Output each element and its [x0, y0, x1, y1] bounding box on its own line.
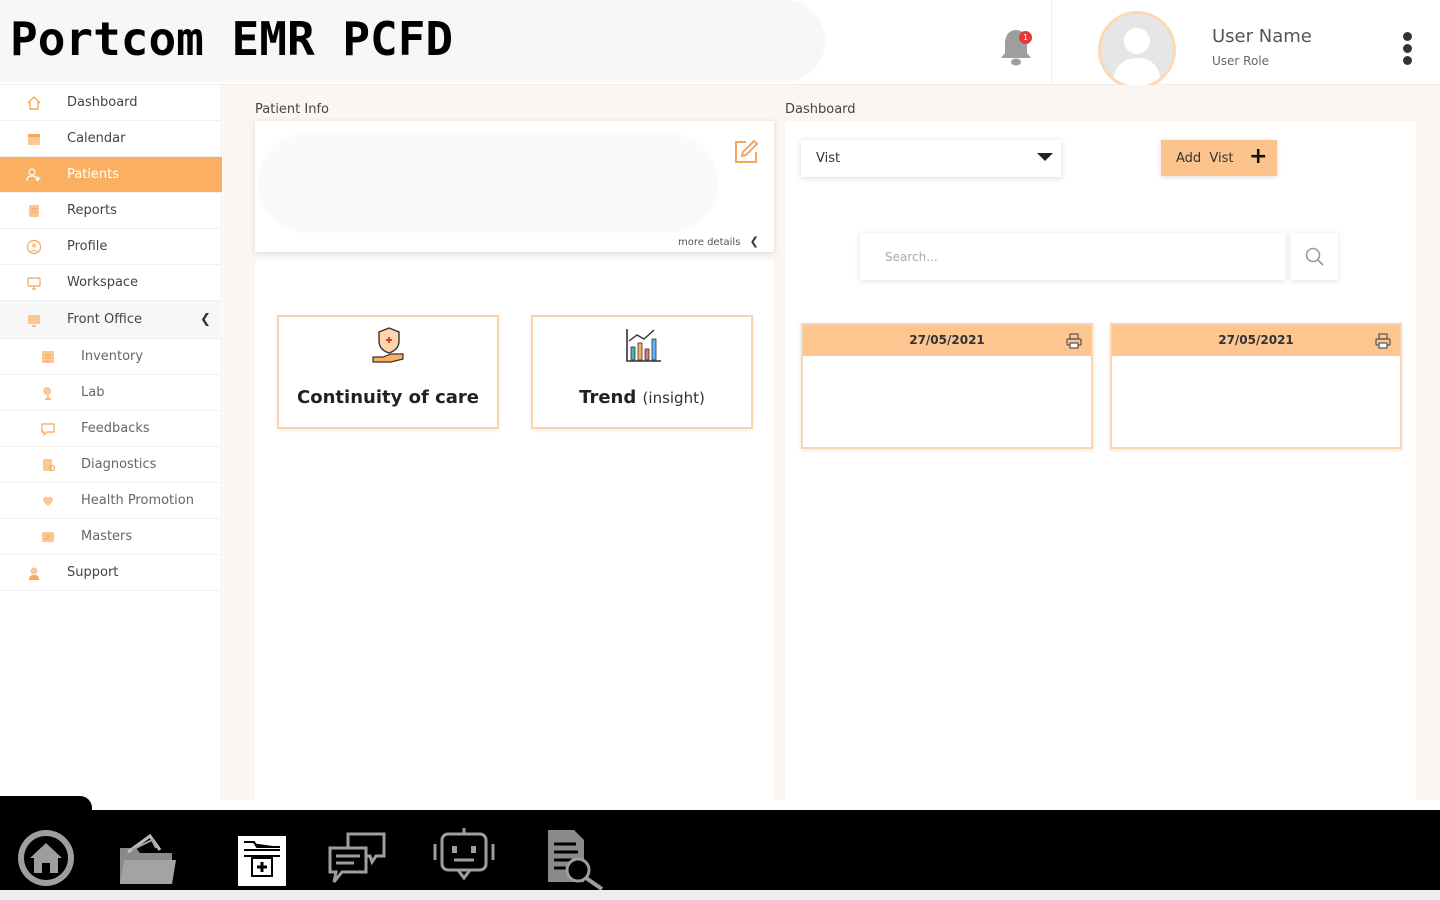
printer-icon[interactable]: [1374, 332, 1392, 350]
sidebar-item-support[interactable]: Support: [0, 555, 222, 591]
sidebar-item-label: Profile: [67, 239, 108, 254]
search-icon: [1305, 247, 1324, 266]
sidebar-item-calendar[interactable]: Calendar: [0, 121, 222, 157]
sidebar-item-profile[interactable]: Profile: [0, 229, 222, 265]
profile-icon: [26, 239, 42, 254]
visit-select-value: Vist: [816, 151, 841, 166]
sidebar-item-patients[interactable]: Patients: [0, 157, 222, 193]
bottom-dock: [0, 810, 1440, 890]
sidebar-item-health-promotion[interactable]: Health Promotion: [0, 483, 222, 519]
hand-shield-icon: [372, 327, 404, 363]
more-menu-icon[interactable]: [1400, 32, 1414, 68]
front-office-icon: [28, 314, 40, 327]
sidebar-item-label: Workspace: [67, 275, 139, 290]
inventory-icon: [42, 350, 54, 363]
sidebar: Dashboard Calendar Patients Reports Prof…: [0, 85, 222, 800]
dashboard-panel: [785, 121, 1416, 810]
search-input[interactable]: Search...: [860, 233, 1285, 280]
patients-icon: [26, 167, 41, 181]
sidebar-item-diagnostics[interactable]: Diagnostics: [0, 447, 222, 483]
trend-label: Trend (insight): [533, 387, 751, 408]
trend-main-label: Trend: [579, 387, 637, 408]
printer-icon[interactable]: [1065, 332, 1083, 350]
chevron-left-icon: ❮: [749, 235, 759, 248]
patient-info-placeholder: [258, 133, 718, 233]
app-title: Portcom EMR PCFD: [10, 12, 454, 66]
sidebar-item-label: Calendar: [67, 131, 126, 146]
bot-icon[interactable]: [432, 826, 496, 890]
visit-card-date: 27/05/2021: [803, 325, 1091, 356]
medical-record-icon[interactable]: [230, 826, 294, 890]
sidebar-item-lab[interactable]: Lab: [0, 375, 222, 411]
continuity-of-care-label: Continuity of care: [297, 387, 479, 408]
search-button[interactable]: [1291, 233, 1338, 280]
sidebar-item-label: Lab: [81, 385, 105, 400]
chevron-left-icon[interactable]: ❮: [200, 312, 211, 327]
bar-chart-icon: [626, 329, 661, 362]
reports-icon: [29, 204, 39, 217]
sidebar-item-label: Reports: [67, 203, 117, 218]
header-divider: [1051, 0, 1052, 84]
visit-card-date: 27/05/2021: [1112, 325, 1400, 356]
dashboard-section-label: Dashboard: [785, 102, 856, 117]
feedback-icon: [41, 422, 55, 436]
user-name: User Name: [1212, 26, 1312, 47]
more-details-label: more details: [678, 237, 741, 248]
sidebar-item-label: Health Promotion: [81, 493, 194, 508]
document-search-icon[interactable]: [544, 826, 608, 890]
sidebar-item-reports[interactable]: Reports: [0, 193, 222, 229]
visit-card[interactable]: 27/05/2021: [1110, 323, 1402, 449]
visit-select[interactable]: Vist: [801, 140, 1061, 177]
health-promotion-icon: [43, 496, 53, 506]
sidebar-item-label: Inventory: [81, 349, 144, 364]
sidebar-item-label: Dashboard: [67, 95, 138, 110]
dock-bottom-strip: [0, 890, 1440, 900]
sidebar-item-feedbacks[interactable]: Feedbacks: [0, 411, 222, 447]
user-role: User Role: [1212, 54, 1270, 68]
user-silhouette-icon: [1113, 28, 1161, 86]
search-placeholder: Search...: [885, 250, 938, 264]
masters-icon: [42, 531, 54, 542]
sidebar-item-label: Diagnostics: [81, 457, 157, 472]
add-visit-button[interactable]: Add Vist +: [1161, 140, 1277, 176]
visit-card[interactable]: 27/05/2021: [801, 323, 1093, 449]
sidebar-item-label: Patients: [67, 167, 120, 182]
plus-icon: +: [1249, 144, 1268, 169]
folder-icon[interactable]: [116, 826, 180, 890]
sidebar-item-inventory[interactable]: Inventory: [0, 339, 222, 375]
chat-icon[interactable]: [326, 826, 390, 890]
patient-info-label: Patient Info: [255, 102, 330, 117]
home-icon[interactable]: [16, 826, 80, 890]
sidebar-item-label: Feedbacks: [81, 421, 150, 436]
sidebar-item-workspace[interactable]: Workspace: [0, 265, 222, 301]
trend-sub-label: (insight): [642, 389, 705, 407]
notification-badge: 1: [1019, 31, 1032, 44]
lab-icon: [43, 386, 51, 400]
sidebar-item-front-office[interactable]: Front Office ❮: [0, 301, 222, 339]
diagnostics-icon: [43, 458, 56, 471]
continuity-of-care-tile[interactable]: Continuity of care: [277, 315, 499, 429]
calendar-icon: [28, 133, 40, 145]
edit-icon[interactable]: [731, 137, 761, 167]
avatar[interactable]: [1098, 11, 1176, 89]
caret-down-icon: [1037, 153, 1053, 161]
more-details-link[interactable]: more details ❮: [678, 235, 759, 248]
sidebar-item-dashboard[interactable]: Dashboard: [0, 85, 222, 121]
trend-insight-tile[interactable]: Trend (insight): [531, 315, 753, 429]
add-visit-label: Add Vist: [1176, 151, 1234, 166]
sidebar-item-masters[interactable]: Masters: [0, 519, 222, 555]
support-icon: [29, 567, 39, 580]
sidebar-item-label: Support: [67, 565, 119, 580]
home-icon: [27, 95, 41, 110]
sidebar-item-label: Masters: [81, 529, 133, 544]
workspace-icon: [27, 276, 41, 290]
top-bar: Portcom EMR PCFD 1 User Name User Role: [0, 0, 1440, 89]
sidebar-item-label: Front Office: [67, 312, 142, 327]
